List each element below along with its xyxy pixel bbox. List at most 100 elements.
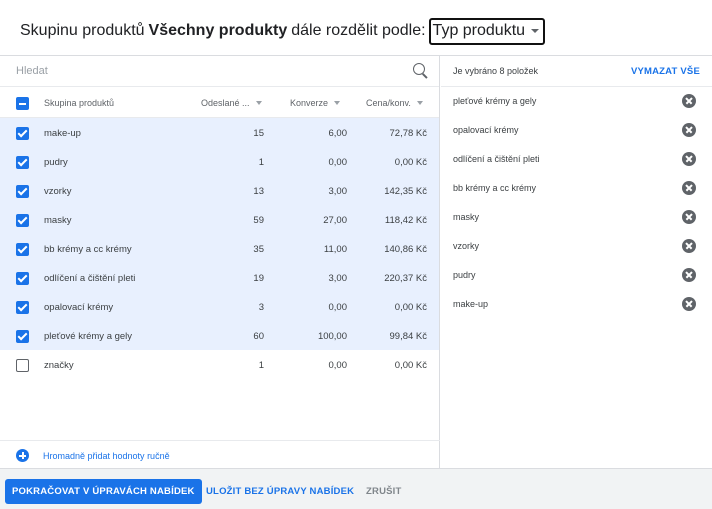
row-cost-per-conversion: 118,42 Kč [384,215,427,226]
row-cost-per-conversion: 0,00 Kč [394,360,427,371]
column-header-sent[interactable]: Odeslané ... [201,98,262,108]
selected-item: odlíčení a čištění pleti [441,145,712,174]
bulk-add-manual[interactable]: Hromadně přidat hodnoty ručně [0,440,440,469]
chevron-down-icon [531,29,540,33]
row-sent: 1 [258,157,264,168]
table-row[interactable]: make-up 15 6,00 72,78 Kč [0,118,439,147]
row-conversions: 100,00 [317,331,347,342]
save-without-editing-button[interactable]: ULOŽIT BEZ ÚPRAVY NABÍDEK [206,486,354,497]
row-sent: 19 [253,273,264,284]
row-product-group: pudry [44,157,68,168]
sort-arrow-icon [416,101,423,105]
column-header-product-group[interactable]: Skupina produktů [44,98,114,108]
row-conversions: 0,00 [328,360,348,371]
row-sent: 35 [253,244,264,255]
row-product-group: bb krémy a cc krémy [44,244,132,255]
column-header-conversions[interactable]: Konverze [290,98,341,108]
selected-item: vzorky [441,232,712,261]
action-footer: POKRAČOVAT V ÚPRAVÁCH NABÍDEK ULOŽIT BEZ… [0,468,712,509]
table-row[interactable]: bb krémy a cc krémy 35 11,00 140,86 Kč [0,234,439,263]
remove-icon[interactable] [682,268,696,282]
row-checkbox[interactable] [16,272,29,285]
table-row[interactable]: značky 1 0,00 0,00 Kč [0,350,439,379]
row-checkbox[interactable] [16,301,29,314]
table-row[interactable]: opalovací krémy 3 0,00 0,00 Kč [0,292,439,321]
row-conversions: 6,00 [328,128,348,139]
dimension-dropdown[interactable]: Typ produktu [428,17,546,45]
row-product-group: opalovací krémy [44,302,114,313]
row-checkbox[interactable] [16,359,29,372]
row-product-group: vzorky [44,186,72,197]
row-product-group: make-up [44,128,81,139]
add-circle-icon[interactable] [16,449,29,462]
row-checkbox[interactable] [16,156,29,169]
header-middle: dále rozdělit podle: [291,22,426,39]
selected-item-label: bb krémy a cc krémy [453,183,537,193]
row-conversions: 27,00 [323,215,347,226]
subdivide-panel: Skupina produktů Odeslané ... Konverze C… [0,55,712,469]
search-input[interactable] [16,65,396,77]
search-icon[interactable] [413,63,425,75]
row-cost-per-conversion: 220,37 Kč [384,273,427,284]
row-product-group: značky [44,360,74,371]
row-conversions: 0,00 [328,302,348,313]
header-product-group: Všechny produkty [148,22,288,39]
row-sent: 15 [253,128,264,139]
remove-icon[interactable] [682,239,696,253]
selected-item: opalovací krémy [441,116,712,145]
row-cost-per-conversion: 99,84 Kč [389,331,428,342]
select-all-checkbox[interactable] [16,97,29,110]
row-checkbox[interactable] [16,185,29,198]
remove-icon[interactable] [682,123,696,137]
remove-icon[interactable] [682,94,696,108]
row-conversions: 11,00 [323,244,347,255]
search-bar [0,56,439,87]
row-product-group: pleťové krémy a gely [44,331,133,342]
row-sent: 13 [253,186,264,197]
subdivide-header: Skupinu produktů Všechny produkty dále r… [0,0,712,52]
clear-all-button[interactable]: VYMAZAT VŠE [631,66,700,77]
table-row[interactable]: pleťové krémy a gely 60 100,00 99,84 Kč [0,321,439,350]
selected-item-label: pudry [453,270,476,280]
sort-arrow-icon [334,101,341,105]
sort-arrow-icon [255,101,262,105]
selected-items-panel: Je vybráno 8 položek VYMAZAT VŠE pleťové… [441,56,712,469]
remove-icon[interactable] [682,152,696,166]
product-group-list: Skupina produktů Odeslané ... Konverze C… [0,56,440,469]
row-checkbox[interactable] [16,330,29,343]
header-prefix: Skupinu produktů [20,22,145,39]
row-checkbox[interactable] [16,127,29,140]
row-product-group: odlíčení a čištění pleti [44,273,136,284]
remove-icon[interactable] [682,210,696,224]
selected-item-label: odlíčení a čištění pleti [453,154,540,164]
continue-editing-button[interactable]: POKRAČOVAT V ÚPRAVÁCH NABÍDEK [5,479,202,504]
selected-count: Je vybráno 8 položek [453,66,539,76]
row-conversions: 3,00 [328,273,348,284]
selected-item-label: masky [453,212,480,222]
selected-item: pleťové krémy a gely [441,87,712,116]
row-product-group: masky [44,215,72,226]
dimension-dropdown-value: Typ produktu [432,21,526,39]
table-row[interactable]: vzorky 13 3,00 142,35 Kč [0,176,439,205]
row-cost-per-conversion: 72,78 Kč [389,128,428,139]
row-checkbox[interactable] [16,243,29,256]
selected-item: pudry [441,261,712,290]
cancel-button[interactable]: ZRUŠIT [366,486,402,497]
table-row[interactable]: masky 59 27,00 118,42 Kč [0,205,439,234]
selected-items-list: pleťové krémy a gely opalovací krémy odlíč… [441,87,712,319]
remove-icon[interactable] [682,181,696,195]
column-header-cost-per-conversion[interactable]: Cena/konv. [366,98,423,108]
table-body: make-up 15 6,00 72,78 Kč pudry 1 0,00 0,00 Kč vz… [0,118,439,379]
table-row[interactable]: pudry 1 0,00 0,00 Kč [0,147,439,176]
row-conversions: 3,00 [328,186,348,197]
selected-item: masky [441,203,712,232]
row-cost-per-conversion: 140,86 Kč [384,244,427,255]
row-sent: 59 [253,215,264,226]
row-cost-per-conversion: 142,35 Kč [384,186,427,197]
bulk-add-manual-link[interactable]: Hromadně přidat hodnoty ručně [43,451,170,461]
remove-icon[interactable] [682,297,696,311]
row-checkbox[interactable] [16,214,29,227]
selected-item-label: vzorky [453,241,480,251]
table-header: Skupina produktů Odeslané ... Konverze C… [0,87,439,118]
table-row[interactable]: odlíčení a čištění pleti 19 3,00 220,37 Kč [0,263,439,292]
